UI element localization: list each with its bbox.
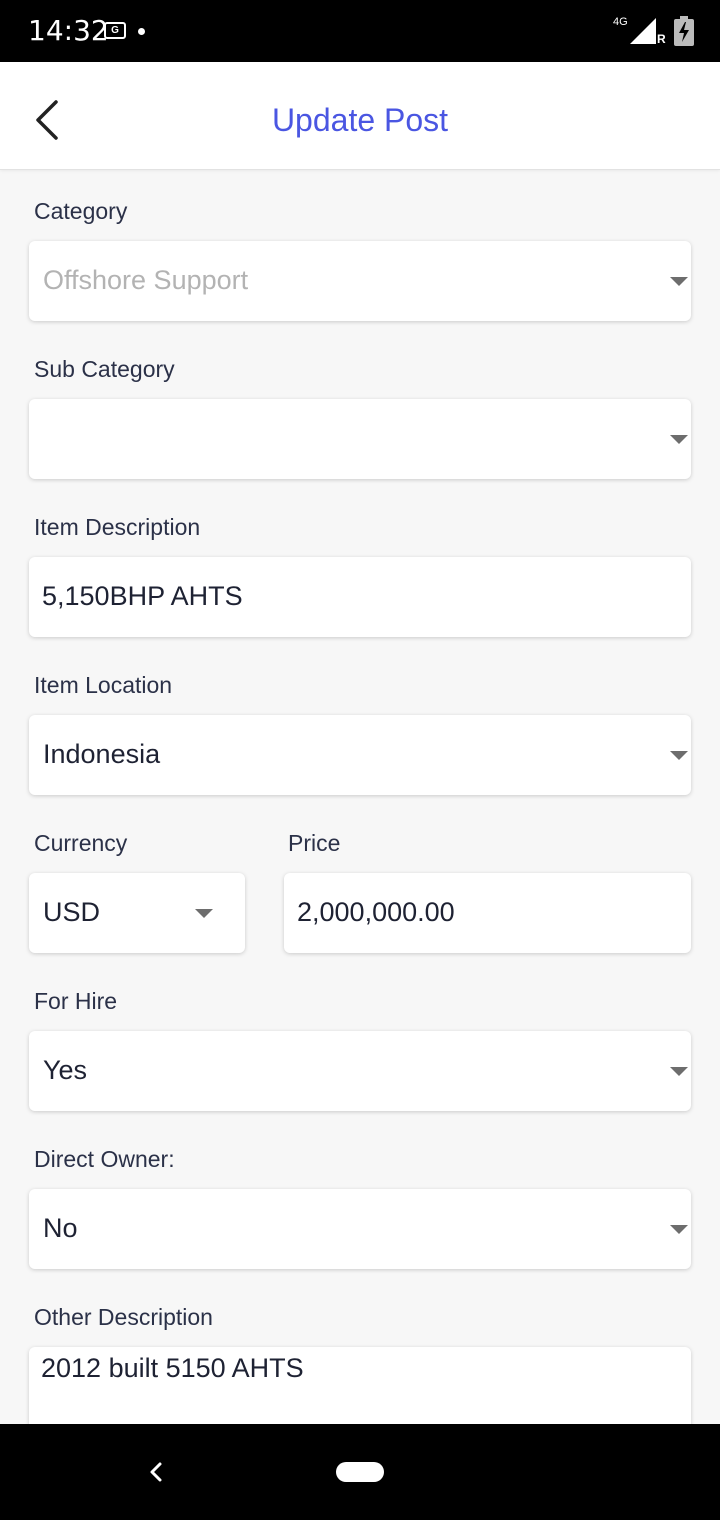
chevron-down-icon [670, 277, 688, 286]
update-post-form: Category Offshore Support Sub Category I… [0, 170, 720, 1424]
direct-owner-label: Direct Owner: [34, 1146, 175, 1172]
nav-home-pill[interactable] [336, 1462, 384, 1482]
chevron-down-icon [670, 751, 688, 760]
nav-back-icon[interactable] [146, 1460, 166, 1484]
direct-owner-value: No [43, 1213, 78, 1243]
item-location-label: Item Location [34, 672, 173, 698]
other-description-textarea[interactable]: 2012 built 5150 AHTS [29, 1347, 691, 1424]
network-type: 4G [613, 16, 628, 28]
system-nav-bar [0, 1424, 720, 1520]
battery-charging-icon [674, 16, 694, 46]
chevron-down-icon [195, 909, 213, 918]
chevron-down-icon [670, 1067, 688, 1076]
item-description-input[interactable]: 5,150BHP AHTS [29, 557, 691, 637]
sub-category-label: Sub Category [34, 356, 175, 382]
page-title: Update Post [271, 102, 449, 138]
item-description-value: 5,150BHP AHTS [42, 581, 243, 611]
roaming-indicator: R [657, 32, 666, 46]
status-bar: 14:32 G 4G R [0, 0, 720, 62]
chevron-down-icon [670, 1225, 688, 1234]
signal-icon [630, 18, 656, 44]
chevron-down-icon [670, 435, 688, 444]
category-label: Category [34, 198, 128, 224]
item-location-dropdown[interactable]: Indonesia [29, 715, 691, 795]
currency-dropdown[interactable]: USD [29, 873, 245, 953]
item-location-value: Indonesia [43, 739, 161, 769]
currency-label: Currency [34, 830, 128, 856]
direct-owner-dropdown[interactable]: No [29, 1189, 691, 1269]
category-dropdown[interactable]: Offshore Support [29, 241, 691, 321]
price-input[interactable]: 2,000,000.00 [284, 873, 691, 953]
for-hire-label: For Hire [34, 988, 118, 1014]
for-hire-dropdown[interactable]: Yes [29, 1031, 691, 1111]
category-value: Offshore Support [43, 265, 249, 295]
notification-dot-icon [138, 28, 145, 35]
item-description-label: Item Description [34, 514, 201, 540]
other-description-label: Other Description [34, 1304, 213, 1330]
status-time: 14:32 [28, 14, 109, 47]
price-label: Price [288, 830, 341, 856]
price-value: 2,000,000.00 [297, 897, 455, 927]
app-bar: Update Post [0, 62, 720, 170]
sub-category-dropdown[interactable] [29, 399, 691, 479]
notification-icon: G [104, 22, 126, 39]
currency-value: USD [43, 897, 101, 927]
other-description-value: 2012 built 5150 AHTS [41, 1353, 304, 1383]
for-hire-value: Yes [43, 1055, 88, 1085]
